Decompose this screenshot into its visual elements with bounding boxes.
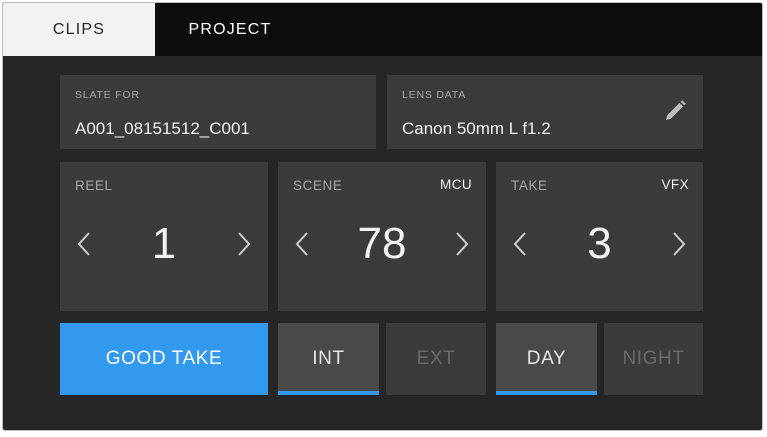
take-type-tag[interactable]: VFX xyxy=(662,177,689,192)
day-button[interactable]: DAY xyxy=(496,323,597,395)
slate-for-value: A001_08151512_C001 xyxy=(75,119,250,138)
scene-increment-icon[interactable] xyxy=(454,231,470,257)
ext-button[interactable]: EXT xyxy=(386,323,486,395)
reel-label: REEL xyxy=(75,178,113,193)
day-selected-indicator xyxy=(496,391,597,395)
reel-increment-icon[interactable] xyxy=(236,231,252,257)
good-take-button[interactable]: GOOD TAKE xyxy=(60,323,268,395)
slate-for-field[interactable]: SLATE FOR A001_08151512_C001 xyxy=(60,75,376,149)
day-button-label: DAY xyxy=(526,348,567,369)
tab-clips[interactable]: CLIPS xyxy=(3,3,155,56)
int-button-label: INT xyxy=(312,348,345,369)
tab-bar: CLIPS PROJECT xyxy=(3,3,762,56)
slate-screen: CLIPS PROJECT SLATE FOR A001_08151512_C0… xyxy=(3,3,762,430)
lens-data-label: LENS DATA xyxy=(402,89,466,101)
scene-counter: SCENE MCU 78 xyxy=(278,162,486,311)
slate-for-label: SLATE FOR xyxy=(75,89,140,101)
scene-shot-type-tag[interactable]: MCU xyxy=(440,177,472,192)
int-selected-indicator xyxy=(278,391,379,395)
tab-project[interactable]: PROJECT xyxy=(155,3,305,56)
reel-counter: REEL 1 xyxy=(60,162,268,311)
take-increment-icon[interactable] xyxy=(671,231,687,257)
lens-data-value: Canon 50mm L f1.2 xyxy=(402,119,551,138)
int-button[interactable]: INT xyxy=(278,323,379,395)
take-label: TAKE xyxy=(511,178,548,193)
pencil-icon[interactable] xyxy=(663,99,687,123)
night-button[interactable]: NIGHT xyxy=(604,323,703,395)
lens-data-field[interactable]: LENS DATA Canon 50mm L f1.2 xyxy=(387,75,703,149)
scene-label: SCENE xyxy=(293,178,343,193)
take-counter: TAKE VFX 3 xyxy=(496,162,703,311)
